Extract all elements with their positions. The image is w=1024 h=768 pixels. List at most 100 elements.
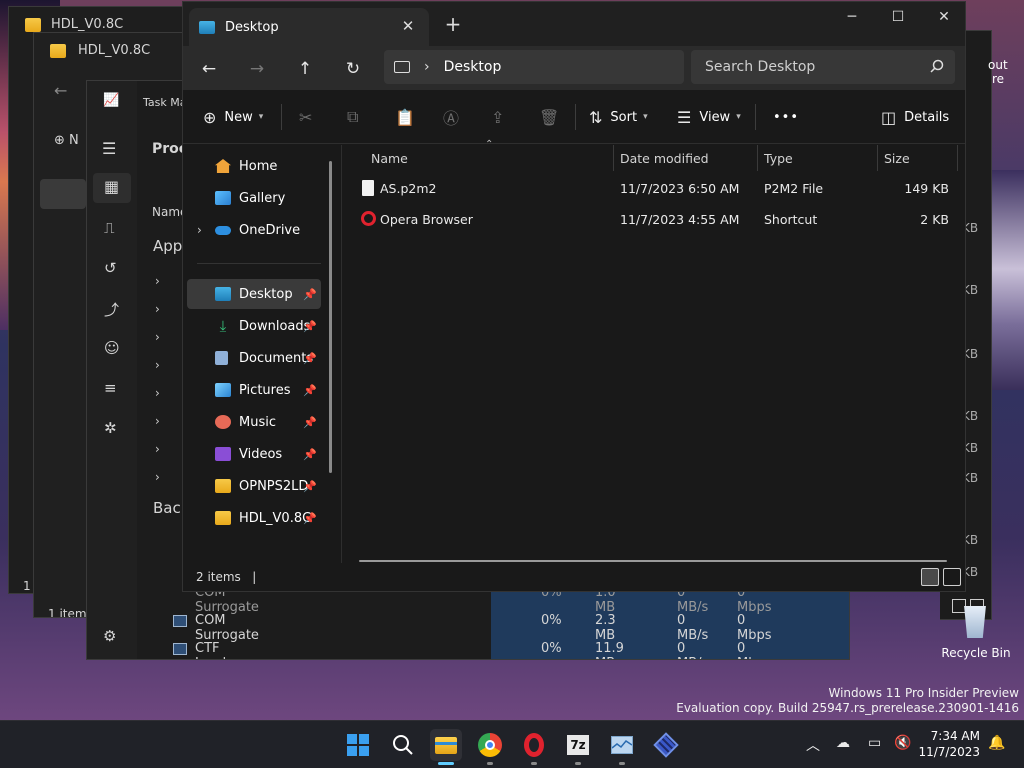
nav-item-downloads[interactable]: ⤓ Downloads 📌 (187, 311, 321, 341)
clock[interactable]: 7:34 AM 11/7/2023 (918, 728, 980, 760)
nav-item-music[interactable]: Music 📌 (187, 407, 321, 437)
paste-button[interactable]: 📋 (395, 104, 423, 130)
pane-divider[interactable] (341, 145, 342, 565)
notification-bell-icon[interactable]: 🔔 (988, 735, 1005, 751)
minimize-button[interactable]: ─ (829, 6, 875, 30)
search-placeholder: Search Desktop (705, 59, 816, 75)
horizontal-scrollbar[interactable] (359, 560, 947, 562)
pin-icon[interactable]: 📌 (303, 512, 317, 525)
trash-icon: 🗑 (539, 107, 560, 127)
column-date-modified[interactable]: Date modified (620, 145, 709, 171)
window-title: HDL_V0.8C (51, 17, 124, 32)
cloud-offline-icon[interactable]: ☁ (836, 735, 850, 751)
task-manager-icon[interactable] (606, 729, 638, 761)
users-icon[interactable]: ☺ (104, 339, 120, 357)
back-arrow-icon[interactable]: ← (196, 56, 222, 82)
view-details-icon[interactable] (952, 599, 966, 613)
new-tab-button[interactable]: + (441, 12, 465, 36)
nav-item-hdl[interactable]: HDL_V0.8C 📌 (187, 503, 321, 533)
start-icon[interactable] (342, 729, 374, 761)
share-icon: ⇪ (491, 107, 505, 127)
details-pane-button[interactable]: ◫ Details (881, 104, 949, 130)
startup-icon[interactable]: ⤴ (104, 299, 119, 320)
file-row[interactable]: AS.p2m2 11/7/2023 6:50 AM P2M2 File 149 … (357, 174, 955, 204)
close-window-button[interactable]: ✕ (921, 6, 965, 30)
app-icon[interactable] (650, 729, 682, 761)
window-title: HDL_V0.8C (78, 43, 151, 58)
search-input[interactable]: Search Desktop (691, 50, 955, 84)
process-row-name[interactable]: CTF Loader (195, 641, 240, 659)
opera-icon[interactable] (518, 729, 550, 761)
details-view-icon[interactable] (921, 568, 939, 586)
nav-item-pictures[interactable]: Pictures 📌 (187, 375, 321, 405)
back-arrow-icon[interactable]: ← (54, 81, 67, 100)
pin-icon[interactable]: 📌 (303, 320, 317, 333)
network-icon[interactable]: ▭ (868, 735, 881, 751)
home-nav-selected[interactable] (40, 179, 86, 209)
tab-desktop[interactable]: Desktop ✕ (189, 8, 429, 46)
address-bar[interactable]: › Desktop (384, 50, 684, 84)
copy-button[interactable]: ⧉ (347, 104, 366, 130)
chrome-icon[interactable] (474, 729, 506, 761)
app-history-icon[interactable]: ↺ (104, 259, 117, 277)
recycle-bin-icon (964, 606, 986, 638)
nav-item-videos[interactable]: Videos 📌 (187, 439, 321, 469)
more-options-button[interactable]: ••• (773, 104, 799, 130)
delete-button[interactable]: 🗑 (539, 104, 567, 130)
nav-scrollbar[interactable] (329, 161, 332, 473)
close-tab-icon[interactable]: ✕ (399, 17, 417, 35)
volume-muted-icon[interactable]: 🔇 (894, 735, 911, 751)
chevron-up-icon[interactable]: ︿ (806, 735, 820, 755)
pin-icon[interactable]: 📌 (303, 480, 317, 493)
settings-icon[interactable]: ⚙ (103, 627, 116, 645)
pin-icon[interactable]: 📌 (303, 288, 317, 301)
nav-item-documents[interactable]: Documents 📌 (187, 343, 321, 373)
search-icon[interactable] (386, 729, 418, 761)
services-icon[interactable]: ✲ (104, 419, 117, 437)
column-type[interactable]: Type (764, 145, 793, 171)
nav-item-desktop[interactable]: Desktop 📌 (187, 279, 321, 309)
new-button[interactable]: ⊕ New ▾ (203, 104, 263, 130)
file-row[interactable]: Opera Browser 11/7/2023 4:55 AM Shortcut… (357, 205, 955, 235)
pin-icon[interactable]: 📌 (303, 384, 317, 397)
nav-item-onedrive[interactable]: › OneDrive (187, 215, 321, 245)
processes-icon[interactable]: ▦ (104, 177, 119, 196)
view-button[interactable]: ☰ View ▾ (677, 104, 741, 130)
details-icon[interactable]: ≡ (104, 379, 117, 397)
large-icons-view-icon[interactable] (943, 568, 961, 586)
rename-button[interactable]: Ⓐ (443, 104, 467, 130)
refresh-icon[interactable]: ↻ (340, 56, 366, 82)
column-name[interactable]: Name (371, 145, 408, 171)
process-row-disk: 0 MB/s (677, 641, 708, 659)
pin-icon[interactable]: 📌 (303, 448, 317, 461)
forward-arrow-icon[interactable]: → (244, 56, 270, 82)
file-name: Opera Browser (380, 212, 473, 227)
tab-bar: Desktop ✕ + ─ ☐ ✕ (183, 2, 965, 46)
sort-button[interactable]: ⇅ Sort ▾ (589, 104, 648, 130)
breadcrumb-desktop[interactable]: Desktop (444, 59, 502, 75)
pin-icon[interactable]: 📌 (303, 416, 317, 429)
pictures-icon (215, 383, 231, 397)
cut-button[interactable]: ✂ (299, 104, 320, 130)
process-row-name[interactable]: COM Surrogate (195, 613, 259, 643)
nav-item-opnps2ld[interactable]: OPNPS2LD 📌 (187, 471, 321, 501)
nav-item-home[interactable]: Home (187, 151, 321, 181)
file-explorer-icon[interactable] (430, 729, 462, 761)
nav-item-gallery[interactable]: Gallery (187, 183, 321, 213)
performance-icon[interactable]: ⎍ (104, 219, 115, 237)
maximize-button[interactable]: ☐ (875, 6, 921, 30)
chevron-right-icon[interactable]: › (197, 223, 202, 237)
up-arrow-icon[interactable]: ↑ (292, 56, 318, 82)
desktop-icon (215, 287, 231, 301)
pin-icon[interactable]: 📌 (303, 352, 317, 365)
file-explorer-window[interactable]: Desktop ✕ + ─ ☐ ✕ ← → ↑ ↻ › Desktop Sear… (182, 1, 966, 592)
new-button[interactable]: ⊕ N (54, 133, 79, 148)
hamburger-icon[interactable]: ☰ (102, 139, 116, 158)
share-button[interactable]: ⇪ (491, 104, 512, 130)
downloads-icon: ⤓ (219, 317, 227, 335)
chevron-right-icon[interactable]: › (424, 59, 430, 75)
7zip-icon[interactable]: 7z (562, 729, 594, 761)
process-icon (173, 643, 187, 655)
column-size[interactable]: Size (884, 145, 910, 171)
apps-expanders[interactable]: › › › › › › › › (155, 267, 160, 491)
